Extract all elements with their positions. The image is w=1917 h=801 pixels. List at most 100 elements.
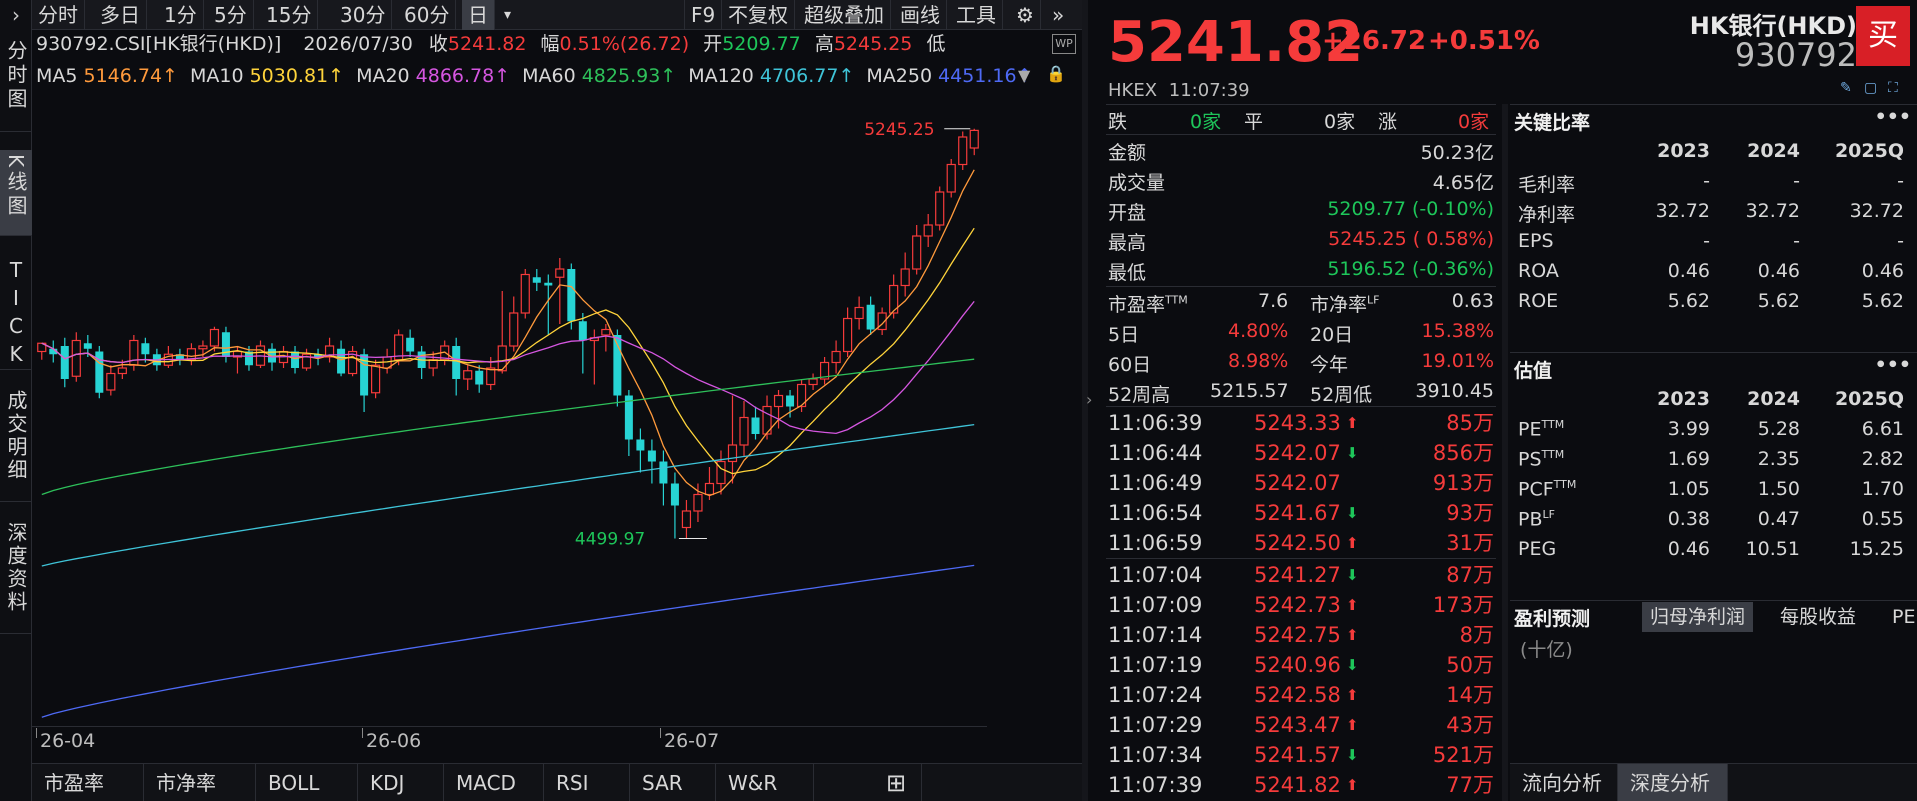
gear-icon[interactable]: ⚙ xyxy=(1010,0,1041,30)
ratios-more-icon[interactable]: ••• xyxy=(1875,106,1911,128)
collapse-arrow-icon[interactable]: › xyxy=(1086,390,1092,409)
ma250-line xyxy=(41,564,975,718)
fall-label: 跌 xyxy=(1108,111,1128,133)
price-change: +26.72 xyxy=(1322,26,1427,56)
forecast-header: 盈利预测 归母净利润 每股收益 PE xyxy=(1510,600,1917,634)
candle-body-up xyxy=(463,370,473,380)
tick-list[interactable]: 11:06:39 5243.33 ⬆ 85万 11:06:44 5242.07 ⬇ 856万 1… xyxy=(1106,408,1496,801)
ratio-value: 15.25 xyxy=(1849,538,1904,560)
d5-value: 4.80% xyxy=(1228,320,1289,342)
fullscreen-icon[interactable]: ⛶ xyxy=(1888,80,1898,96)
candle-body-down xyxy=(544,282,553,286)
tick-price: 5243.33 xyxy=(1254,411,1341,435)
period-tab-timeshare[interactable]: 分时 xyxy=(32,0,85,30)
indicator-tabs: 市盈率 市净率 BOLL KDJ MACD RSI SAR W&R ⊞ xyxy=(32,763,1082,801)
ratio-value: - xyxy=(1793,170,1800,192)
exchange-time: HKEX 11:07:39 xyxy=(1108,80,1250,101)
arrow-down-icon: ⬇ xyxy=(1346,504,1359,522)
buy-button[interactable]: 买 xyxy=(1856,6,1910,66)
indicator-tab-kdj[interactable]: KDJ xyxy=(358,764,444,801)
period-tab-60min[interactable]: 60分 xyxy=(398,0,457,30)
candle-body-up xyxy=(739,416,749,446)
vtab-timeshare[interactable]: 分时图 xyxy=(0,36,32,132)
lock-icon[interactable]: 🔒 xyxy=(1046,64,1066,83)
tick-price: 5242.07 xyxy=(1254,441,1341,465)
indicator-tab-sar[interactable]: SAR xyxy=(630,764,716,801)
edit-icon[interactable]: ✎ xyxy=(1840,80,1852,96)
no-adjust-button[interactable]: 不复权 xyxy=(722,0,795,30)
ytd-value: 19.01% xyxy=(1421,350,1494,372)
volume-label: 成交量 xyxy=(1108,172,1166,194)
wp-icon[interactable]: WP xyxy=(1052,34,1076,54)
ma-value: 5030.81↑ xyxy=(249,65,345,87)
draw-line-button[interactable]: 画线 xyxy=(894,0,947,30)
ratios-title: 关键比率 xyxy=(1514,112,1591,134)
triangle-down-icon[interactable]: ▼ xyxy=(1018,66,1030,85)
super-overlay-button[interactable]: 超级叠加 xyxy=(798,0,891,30)
period-tab-5min[interactable]: 5分 xyxy=(208,0,254,30)
tick-volume: 173万 xyxy=(1432,593,1494,617)
tick-row: 11:07:34 5241.57 ⬇ 521万 xyxy=(1106,740,1496,770)
valuation-more-icon[interactable]: ••• xyxy=(1875,354,1911,376)
indicator-tab-macd[interactable]: MACD xyxy=(444,764,544,801)
vtab-deals[interactable]: 成交明细 xyxy=(0,386,32,502)
ratio-value: 0.46 xyxy=(1667,260,1710,282)
forecast-tab-eps[interactable]: 每股收益 xyxy=(1772,602,1864,632)
pe-label: 市盈率TTM xyxy=(1108,293,1188,316)
flow-analysis-tab[interactable]: 流向分析 xyxy=(1510,764,1618,801)
vtab-depth[interactable]: 深度资料 xyxy=(0,518,32,634)
arrow-up-icon: ⬆ xyxy=(1346,414,1359,432)
vtab-kline[interactable]: K线图 xyxy=(0,150,32,236)
indicator-tab-boll[interactable]: BOLL xyxy=(256,764,358,801)
kline-chart[interactable]: 5270506048504640443042205245.254499.97 xyxy=(32,100,982,730)
indicator-tab-rsi[interactable]: RSI xyxy=(544,764,630,801)
candle-body-down xyxy=(578,321,587,341)
x-tick-mark xyxy=(660,728,661,738)
ma-label: MA60 xyxy=(522,65,576,87)
tick-price: 5242.75 xyxy=(1254,623,1341,647)
period-tab-1min[interactable]: 1分 xyxy=(158,0,204,30)
ma-value: 4706.77↑ xyxy=(759,65,855,87)
window-icon[interactable]: ▢ xyxy=(1864,80,1877,96)
period-tab-15min[interactable]: 15分 xyxy=(260,0,319,30)
indicator-tab-wr[interactable]: W&R xyxy=(716,764,814,801)
expand-arrow-icon[interactable]: › xyxy=(0,0,32,30)
period-tab-day[interactable]: 日 xyxy=(462,0,495,30)
candle-body-up xyxy=(958,136,968,166)
candle-body-up xyxy=(808,378,818,386)
vtab-tick[interactable]: TICK xyxy=(0,252,32,370)
forecast-tab-netprofit[interactable]: 归母净利润 xyxy=(1642,602,1754,632)
depth-analysis-tab[interactable]: 深度分析 xyxy=(1618,764,1728,801)
period-dropdown-icon[interactable]: ▾ xyxy=(498,0,517,30)
add-indicator-icon[interactable]: ⊞ xyxy=(878,764,922,801)
ratio-value: 1.69 xyxy=(1667,448,1710,470)
ratio-label: PSTTM xyxy=(1518,448,1565,471)
tick-row: 11:07:04 5241.27 ⬇ 87万 xyxy=(1106,560,1496,590)
ytd-label: 今年 xyxy=(1310,354,1349,376)
w52h-value: 5215.57 xyxy=(1210,380,1289,402)
candle-body-up xyxy=(831,350,841,364)
bar-date: 2026/07/30 xyxy=(303,33,413,55)
d60-label: 60日 xyxy=(1108,354,1152,376)
candle-body-up xyxy=(509,312,519,347)
period-tab-30min[interactable]: 30分 xyxy=(334,0,393,30)
double-chevron-icon[interactable]: » xyxy=(1046,0,1070,30)
code-name: 930792.CSI[HK银行(HKD)] xyxy=(36,33,282,55)
candle-body-up xyxy=(129,339,139,366)
tick-time: 11:07:14 xyxy=(1108,623,1203,647)
candle-body-up xyxy=(912,235,922,270)
stock-info-line: 930792.CSI[HK银行(HKD)] 2026/07/30 收5241.8… xyxy=(36,30,945,58)
open-label: 开盘 xyxy=(1108,202,1147,224)
tick-row: 11:07:19 5240.96 ⬇ 50万 xyxy=(1106,650,1496,680)
f9-button[interactable]: F9 xyxy=(684,0,723,30)
period-tab-multiday[interactable]: 多日 xyxy=(94,0,147,30)
ma-legend: MA5 5146.74↑ MA10 5030.81↑ MA20 4866.78↑ MA60 4… xyxy=(36,62,1033,90)
arrow-up-icon: ⬆ xyxy=(1346,626,1359,644)
x-tick-label: 26-06 xyxy=(366,730,422,752)
tick-time: 11:06:39 xyxy=(1108,411,1203,435)
indicator-tab-pb[interactable]: 市净率 xyxy=(144,764,256,801)
tick-price: 5242.50 xyxy=(1254,531,1341,555)
forecast-tab-pe[interactable]: PE xyxy=(1888,602,1917,632)
indicator-tab-pe[interactable]: 市盈率 xyxy=(32,764,144,801)
tools-button[interactable]: 工具 xyxy=(950,0,1003,30)
